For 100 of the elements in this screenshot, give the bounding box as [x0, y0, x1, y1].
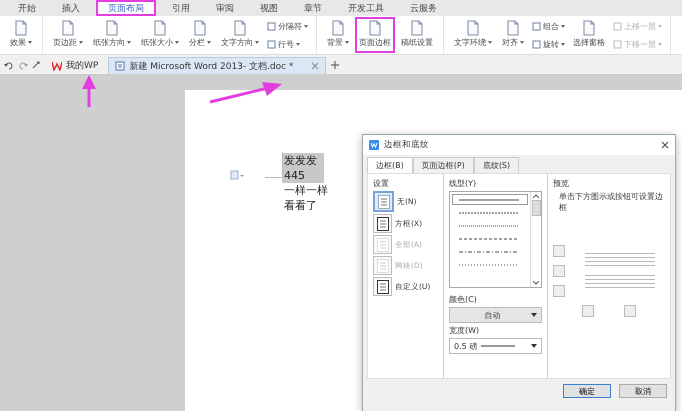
- border-toggle-button[interactable]: [624, 305, 636, 317]
- scroll-down-icon[interactable]: [533, 281, 539, 285]
- menu-tab[interactable]: 开始: [8, 0, 46, 16]
- border-style-icon: [376, 258, 388, 272]
- page-icon: [193, 20, 207, 36]
- dialog-button[interactable]: 确定: [563, 384, 611, 398]
- line-sample-icon: [481, 345, 516, 347]
- menu-tab[interactable]: 开发工具: [338, 0, 394, 16]
- ribbon-button[interactable]: 稿纸设置: [397, 17, 437, 53]
- ribbon-button[interactable]: 对齐: [498, 17, 528, 53]
- caret-icon: [658, 24, 662, 28]
- menu-tab[interactable]: 视图: [250, 0, 288, 16]
- border-toggle-button[interactable]: [582, 305, 594, 317]
- ribbon-button[interactable]: 组合: [530, 20, 567, 32]
- dialog-tab[interactable]: 底纹(S): [474, 157, 520, 173]
- caret-icon: [520, 41, 524, 44]
- page-icon: [368, 20, 382, 36]
- ribbon-button[interactable]: 文字环绕: [450, 17, 496, 53]
- square-icon: [613, 22, 622, 30]
- caret-icon: [175, 41, 179, 44]
- border-style-icon: [378, 194, 390, 208]
- document-icon: [115, 61, 126, 71]
- ribbon-button[interactable]: 文字方向: [217, 17, 263, 53]
- line-style-option[interactable]: [452, 194, 528, 205]
- border-style-icon: [376, 238, 388, 252]
- square-icon: [267, 40, 276, 48]
- ribbon-button[interactable]: 分栏: [185, 17, 215, 53]
- text-line: 一样一样: [283, 183, 329, 198]
- scroll-up-icon[interactable]: [533, 194, 539, 198]
- border-toggle-button[interactable]: [553, 265, 565, 277]
- ribbon-button[interactable]: 分隔符: [265, 20, 310, 32]
- page-icon: [410, 20, 424, 36]
- dialog-tab[interactable]: 边框(B): [367, 157, 413, 173]
- caret-icon: [296, 42, 300, 46]
- field-label: 颜色(C): [449, 294, 478, 305]
- line-sample-icon: [459, 238, 519, 240]
- caret-icon: [304, 24, 308, 28]
- line-sample-icon: [459, 250, 519, 252]
- page-icon: [105, 20, 119, 36]
- menu-tab[interactable]: 插入: [52, 0, 90, 16]
- ribbon-button[interactable]: 纸张大小: [137, 17, 183, 53]
- page-icon: [233, 20, 247, 36]
- w-logo-icon: [52, 60, 62, 70]
- line-sample-icon: [459, 224, 519, 226]
- caret-icon: [345, 41, 349, 44]
- ribbon-button[interactable]: 页面边框: [355, 17, 395, 53]
- annotation-arrow: [210, 82, 282, 104]
- caret-icon: [28, 41, 32, 44]
- paragraph-icon[interactable]: [230, 170, 244, 180]
- dialog-tab[interactable]: 页面边框(P): [412, 157, 474, 173]
- line-sample-icon: [459, 198, 519, 200]
- ribbon-button[interactable]: 纸张方向: [89, 17, 135, 53]
- ribbon-button[interactable]: 旋转: [530, 38, 567, 50]
- caret-icon: [561, 24, 565, 28]
- menu-tab[interactable]: 审阅: [206, 0, 244, 16]
- scroll-thumb[interactable]: [532, 200, 540, 216]
- page-icon: [14, 20, 28, 36]
- preview-hint: 单击下方图示或按钮可设置边框: [558, 191, 664, 213]
- close-icon[interactable]: [311, 62, 320, 70]
- page-icon: [61, 20, 75, 36]
- document-tab[interactable]: 我的WP: [46, 57, 104, 74]
- caret-icon: [255, 41, 259, 44]
- caret-icon: [658, 42, 662, 46]
- color-dropdown[interactable]: 自动: [449, 307, 542, 323]
- width-dropdown[interactable]: 0.5 磅: [449, 338, 542, 354]
- border-style-icon: [376, 280, 388, 294]
- app-logo-icon: [369, 140, 379, 150]
- dialog-button[interactable]: 取消: [619, 384, 667, 398]
- menu-tab[interactable]: 引用: [162, 0, 200, 16]
- add-tab-icon[interactable]: [330, 60, 340, 70]
- field-label: 宽度(W): [449, 325, 480, 336]
- line-sample-icon: [459, 212, 519, 214]
- menu-tab[interactable]: 页面布局: [96, 0, 156, 16]
- page-icon: [506, 20, 520, 36]
- page-icon: [582, 20, 596, 36]
- line-style-list[interactable]: [449, 191, 542, 288]
- document-tab[interactable]: 新建 Microsoft Word 2013- 文档.doc *: [108, 57, 326, 74]
- border-toggle-button[interactable]: [553, 245, 565, 257]
- ribbon-button[interactable]: 行号: [265, 38, 310, 50]
- caret-icon: [79, 41, 83, 44]
- menu-tab[interactable]: 章节: [294, 0, 332, 16]
- border-style-icon: [376, 216, 388, 230]
- dialog-title: 边框和底纹: [384, 139, 430, 151]
- undo-icon[interactable]: [4, 60, 14, 70]
- scrollbar[interactable]: [530, 192, 541, 287]
- close-button[interactable]: [661, 141, 669, 149]
- line-sample-icon: [459, 264, 519, 266]
- caret-icon: [127, 41, 131, 44]
- annotation-arrow: [81, 75, 97, 107]
- ribbon-button[interactable]: 效果: [6, 17, 36, 53]
- square-icon: [532, 22, 541, 30]
- page-icon: [153, 20, 167, 36]
- section-label: 设置: [373, 178, 390, 189]
- caret-icon: [207, 41, 211, 44]
- menu-tab[interactable]: 云服务: [400, 0, 447, 16]
- ribbon-button[interactable]: 页边距: [49, 17, 87, 53]
- ribbon-button[interactable]: 背景: [323, 17, 353, 53]
- ribbon-button[interactable]: 选择窗格: [569, 17, 609, 53]
- section-label: 线型(Y): [449, 178, 478, 189]
- border-toggle-button[interactable]: [553, 285, 565, 297]
